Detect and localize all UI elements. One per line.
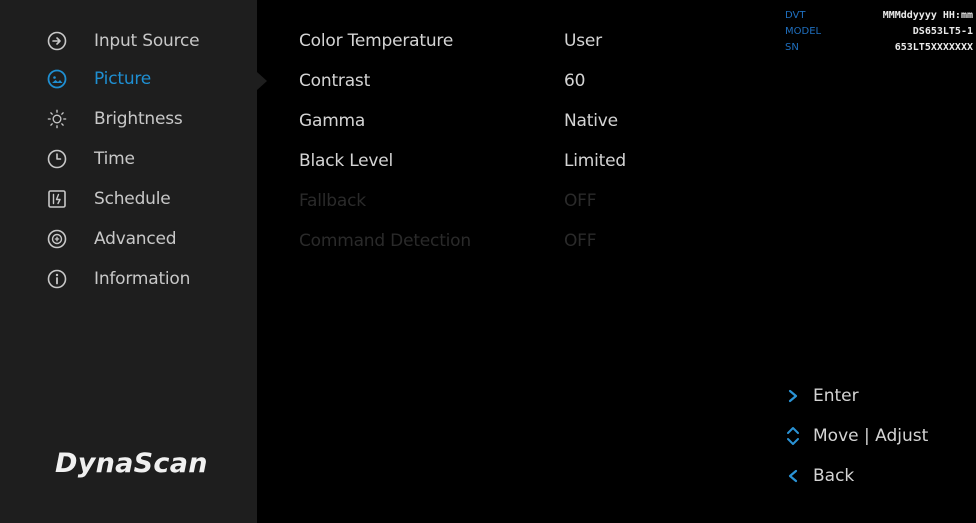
sidebar-item-label: Advanced xyxy=(94,229,177,249)
hint-enter: Enter xyxy=(783,383,859,409)
advanced-icon xyxy=(47,229,67,249)
setting-label: Contrast xyxy=(299,71,371,91)
setting-contrast[interactable]: Contrast 60 xyxy=(299,67,679,97)
setting-label: Command Detection xyxy=(299,231,471,251)
sidebar-item-information[interactable]: Information xyxy=(47,262,190,296)
sidebar-item-label: Information xyxy=(94,269,191,289)
selection-pointer xyxy=(257,72,267,90)
info-value: DS653LT5-1 xyxy=(912,26,973,37)
sidebar-item-label: Input Source xyxy=(94,31,200,51)
setting-gamma[interactable]: Gamma Native xyxy=(299,107,679,137)
brand-logo: DynaScan xyxy=(55,448,208,479)
clock-icon xyxy=(47,149,67,169)
setting-fallback: Fallback OFF xyxy=(299,187,679,217)
info-value: 653LT5XXXXXXX xyxy=(894,42,973,53)
hint-label: Enter xyxy=(813,386,859,406)
hint-label: Back xyxy=(813,466,855,486)
sidebar-item-input-source[interactable]: Input Source xyxy=(47,24,200,58)
info-key: MODEL xyxy=(785,26,822,37)
setting-label: Color Temperature xyxy=(299,31,454,51)
setting-value: OFF xyxy=(564,231,597,251)
sidebar-item-label: Brightness xyxy=(94,109,183,129)
device-info: DVT MMMddyyyy HH:mm MODEL DS653LT5-1 SN … xyxy=(785,10,973,58)
setting-value: 60 xyxy=(564,71,586,91)
osd-menu: Input Source Picture Brightness Time Sch… xyxy=(0,0,976,523)
info-key: SN xyxy=(785,42,799,53)
hint-back: Back xyxy=(783,463,854,489)
sidebar-item-brightness[interactable]: Brightness xyxy=(47,102,183,136)
input-source-icon xyxy=(47,31,67,51)
sidebar-item-time[interactable]: Time xyxy=(47,142,135,176)
info-row-dvt: DVT MMMddyyyy HH:mm xyxy=(785,10,973,26)
brightness-icon xyxy=(47,109,67,129)
up-down-icon xyxy=(783,425,803,447)
setting-label: Black Level xyxy=(299,151,394,171)
sidebar-item-label: Time xyxy=(94,149,135,169)
setting-label: Gamma xyxy=(299,111,366,131)
picture-icon xyxy=(47,69,67,89)
hint-label: Move | Adjust xyxy=(813,426,929,446)
schedule-icon xyxy=(47,189,67,209)
info-value: MMMddyyyy HH:mm xyxy=(882,10,973,21)
info-icon xyxy=(47,269,67,289)
sidebar-item-picture[interactable]: Picture xyxy=(47,62,151,96)
info-row-sn: SN 653LT5XXXXXXX xyxy=(785,42,973,58)
setting-command-detection: Command Detection OFF xyxy=(299,227,679,257)
sidebar: Input Source Picture Brightness Time Sch… xyxy=(0,0,257,523)
setting-value: OFF xyxy=(564,191,597,211)
sidebar-item-label: Picture xyxy=(94,69,152,89)
chevron-right-icon xyxy=(783,389,803,403)
setting-color-temperature[interactable]: Color Temperature User xyxy=(299,27,679,57)
info-row-model: MODEL DS653LT5-1 xyxy=(785,26,973,42)
info-key: DVT xyxy=(785,10,806,21)
setting-value: User xyxy=(564,31,602,51)
setting-value: Native xyxy=(564,111,618,131)
setting-label: Fallback xyxy=(299,191,366,211)
chevron-left-icon xyxy=(783,469,803,483)
hint-move-adjust: Move | Adjust xyxy=(783,423,928,449)
sidebar-item-label: Schedule xyxy=(94,189,171,209)
sidebar-item-schedule[interactable]: Schedule xyxy=(47,182,171,216)
setting-value: Limited xyxy=(564,151,626,171)
sidebar-item-advanced[interactable]: Advanced xyxy=(47,222,177,256)
setting-black-level[interactable]: Black Level Limited xyxy=(299,147,679,177)
